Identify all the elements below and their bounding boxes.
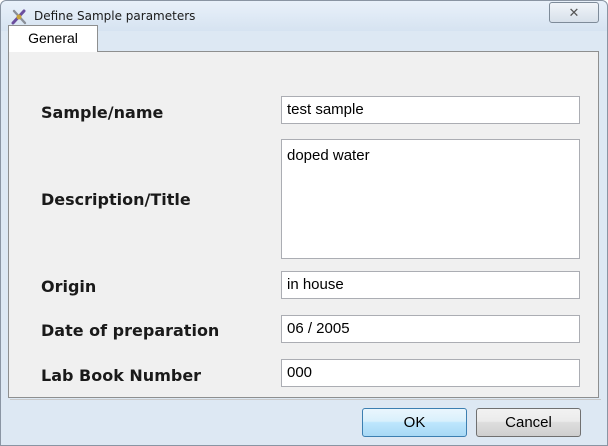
description-field[interactable]: doped water	[281, 139, 580, 259]
lab-book-number-field[interactable]: 000	[281, 359, 580, 387]
lab-book-number-label: Lab Book Number	[41, 366, 202, 385]
close-button[interactable]: ✕	[549, 2, 599, 23]
tab-general[interactable]: General	[8, 25, 98, 52]
window-title: Define Sample parameters	[34, 9, 196, 23]
sample-name-field[interactable]: test sample	[281, 96, 580, 124]
origin-label: Origin	[41, 277, 97, 296]
dialog-window: Define Sample parameters ✕ General Sampl…	[0, 0, 608, 446]
date-of-preparation-field[interactable]: 06 / 2005	[281, 315, 580, 343]
cancel-button[interactable]: Cancel	[476, 408, 581, 437]
footer-divider	[10, 399, 601, 400]
close-icon: ✕	[568, 5, 580, 20]
sample-name-label: Sample/name	[41, 103, 164, 122]
date-of-preparation-label: Date of preparation	[41, 321, 220, 340]
origin-field[interactable]: in house	[281, 271, 580, 299]
sample-tool-icon	[11, 9, 27, 25]
description-label: Description/Title	[41, 190, 191, 209]
ok-button[interactable]: OK	[362, 408, 467, 437]
